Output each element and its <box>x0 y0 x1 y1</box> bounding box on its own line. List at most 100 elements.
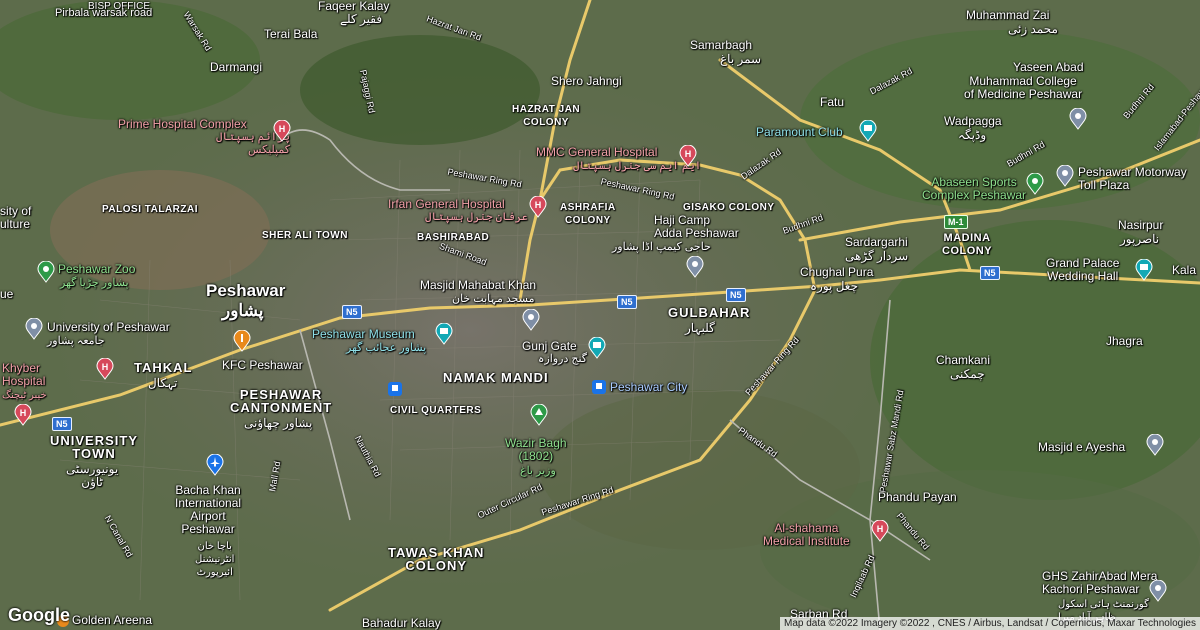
area-bashirabad: BASHIRABAD <box>417 232 490 243</box>
place-phandu-payan: Phandu Payan <box>878 490 957 504</box>
satellite-map[interactable]: BISP OFFICE Pirbala warsak road Faqeer K… <box>0 0 1200 630</box>
map-attribution[interactable]: Map data ©2022 Imagery ©2022 , CNES / Ai… <box>780 617 1200 630</box>
poi-masjid-mahabat[interactable]: Masjid Mahabat Khan <box>420 279 536 292</box>
wedding-hall-pin-icon[interactable] <box>1135 259 1153 281</box>
poi-peshawar-museum[interactable]: Peshawar Museum <box>312 328 415 341</box>
train-station-icon[interactable] <box>388 382 402 396</box>
mosque-pin-icon[interactable] <box>522 309 540 331</box>
area-civil-quarters: CIVIL QUARTERS <box>390 405 482 416</box>
svg-text:H: H <box>279 124 286 134</box>
hospital-pin-icon[interactable]: H <box>273 120 291 142</box>
poi-irfan-hospital-urdu: عرفان جنرل ہسپتال <box>425 211 528 223</box>
poi-ghs-zahirabad[interactable]: GHS ZahirAbad Mera Kachori Peshawar <box>1042 570 1157 596</box>
museum-pin-icon[interactable] <box>435 323 453 345</box>
place-shero-jahngi: Shero Jahngi <box>551 74 622 88</box>
place-nasirpur: Nasirpur <box>1118 218 1164 232</box>
svg-text:H: H <box>685 149 692 159</box>
restaurant-pin-icon[interactable] <box>233 330 251 352</box>
svg-text:H: H <box>877 524 884 534</box>
school-pin-icon[interactable] <box>1069 108 1087 130</box>
zoo-pin-icon[interactable] <box>37 261 55 283</box>
poi-peshawar-motorway[interactable]: Peshawar Motorway Toll Plaza <box>1078 166 1187 192</box>
place-fatu: Fatu <box>820 95 845 109</box>
place-kala: Kala <box>1172 263 1197 277</box>
place-muhammad-zai: Muhammad Zai <box>966 8 1050 22</box>
svg-text:H: H <box>102 362 109 372</box>
airport-pin-icon[interactable] <box>206 454 224 476</box>
place-chughal-pura-urdu: چغل پورہ <box>810 279 858 293</box>
place-chughal-pura: Chughal Pura <box>800 265 874 279</box>
area-university-town: UNIVERSITY TOWN <box>50 433 139 461</box>
poi-peshawar-zoo-urdu: پشاور چڑیا گھر <box>60 277 129 289</box>
place-muhammad-zai-urdu: محمد زئی <box>1008 22 1058 36</box>
place-samarbagh-urdu: سمر باغ <box>720 52 762 66</box>
area-tawas-khan: TAWAS KHAN COLONY <box>388 545 485 573</box>
poi-kfc[interactable]: KFC Peshawar <box>222 359 303 372</box>
landmark-pin-icon[interactable] <box>588 337 606 359</box>
place-sity-of: sity of ulture <box>0 204 32 231</box>
poi-peshawar-museum-urdu: پشاور عجائب گھر <box>346 342 427 354</box>
place-nasirpur-urdu: ناصرپور <box>1120 232 1160 246</box>
location-pin-icon[interactable] <box>686 256 704 278</box>
hospital-pin-icon[interactable]: H <box>871 520 889 542</box>
place-terai-bala: Terai Bala <box>264 27 318 41</box>
highway-shield-n5: N5 <box>617 295 637 309</box>
hospital-pin-icon[interactable]: H <box>679 145 697 167</box>
place-pirbala: Pirbala warsak road <box>55 7 153 19</box>
poi-peshawar-city-station[interactable]: Peshawar City <box>610 381 687 394</box>
hospital-pin-icon[interactable]: H <box>529 196 547 218</box>
area-university-town-urdu: یونیورسٹی ٹاؤن <box>66 462 119 489</box>
poi-gunj-gate[interactable]: Gunj Gate <box>522 340 577 353</box>
university-pin-icon[interactable] <box>25 318 43 340</box>
place-bahadur-kalay: Bahadur Kalay <box>362 616 441 630</box>
place-darmangi: Darmangi <box>210 60 263 74</box>
area-palosi: PALOSI TALARZAI <box>102 204 199 215</box>
place-muhammad-college[interactable]: Muhammad College of Medicine Peshawar <box>964 75 1082 101</box>
hospital-pin-icon[interactable]: H <box>96 358 114 380</box>
poi-university-of-peshawar-urdu: جامعہ پشاور <box>47 335 105 347</box>
poi-wazir-bagh-urdu: وزیر باغ <box>520 465 556 477</box>
hospital-pin-icon[interactable]: H <box>14 404 32 426</box>
train-station-icon[interactable] <box>592 380 606 394</box>
area-gulbahar: GULBAHAR <box>668 305 751 320</box>
area-tahkal: TAHKAL <box>134 360 193 375</box>
area-madina-colony: MADINA COLONY <box>942 232 993 257</box>
toll-plaza-pin-icon[interactable] <box>1056 165 1074 187</box>
area-sher-ali: SHER ALI TOWN <box>262 230 348 241</box>
poi-haji-camp[interactable]: Haji Camp Adda Peshawar <box>654 214 739 240</box>
poi-masjid-ayesha[interactable]: Masjid e Ayesha <box>1038 441 1125 454</box>
highway-shield-n5: N5 <box>726 288 746 302</box>
poi-bacha-khan-airport[interactable]: Bacha Khan International Airport Peshawa… <box>175 484 241 536</box>
school-pin-icon[interactable] <box>1149 580 1167 602</box>
poi-grand-palace[interactable]: Grand Palace Wedding Hall <box>1046 257 1119 283</box>
highway-shield-m1: M-1 <box>944 215 968 229</box>
poi-golden-areena[interactable]: Golden Areena <box>72 614 152 627</box>
poi-khyber-hospital[interactable]: Khyber Hospital <box>2 362 45 388</box>
poi-paramount-club[interactable]: Paramount Club <box>756 126 843 139</box>
svg-text:H: H <box>535 200 542 210</box>
google-logo: Google <box>8 605 70 625</box>
poi-prime-hospital[interactable]: Prime Hospital Complex <box>118 118 247 131</box>
poi-khyber-hospital-urdu: خیبر ٹیچنگ <box>2 390 47 401</box>
city-peshawar-urdu: پشاور <box>222 301 264 320</box>
poi-wazir-bagh[interactable]: Wazir Bagh (1802) <box>505 437 567 463</box>
poi-bacha-khan-airport-urdu: باچا خان انٹرنیشنل ائیرپورٹ <box>195 541 235 578</box>
place-faqeer-kalay-urdu: فقیر کلے <box>340 12 383 26</box>
club-pin-icon[interactable] <box>859 120 877 142</box>
park-pin-icon[interactable] <box>530 404 548 426</box>
poi-university-of-peshawar[interactable]: University of Peshawar <box>47 321 170 334</box>
place-chamkani: Chamkani <box>936 353 991 367</box>
area-ashrafia: ASHRAFIA COLONY <box>560 202 616 226</box>
poi-abaseen-sports[interactable]: Abaseen Sports Complex Peshawar <box>922 176 1026 202</box>
poi-peshawar-zoo[interactable]: Peshawar Zoo <box>58 263 135 276</box>
poi-al-shahama[interactable]: Al-shahama Medical Institute <box>763 522 850 548</box>
mosque-pin-icon[interactable] <box>1146 434 1164 456</box>
sports-pin-icon[interactable] <box>1026 173 1044 195</box>
poi-irfan-hospital[interactable]: Irfan General Hospital <box>388 198 505 211</box>
poi-mmc-hospital[interactable]: MMC General Hospital <box>536 146 657 159</box>
place-wadpagga-urdu: وڈپگہ <box>958 128 987 142</box>
place-yaseen-abad: Yaseen Abad <box>1013 60 1084 74</box>
place-sardargarhi-urdu: سردار گڑھی <box>845 249 909 263</box>
highway-shield-n5: N5 <box>52 417 72 431</box>
area-tahkal-urdu: تہکال <box>148 376 178 390</box>
